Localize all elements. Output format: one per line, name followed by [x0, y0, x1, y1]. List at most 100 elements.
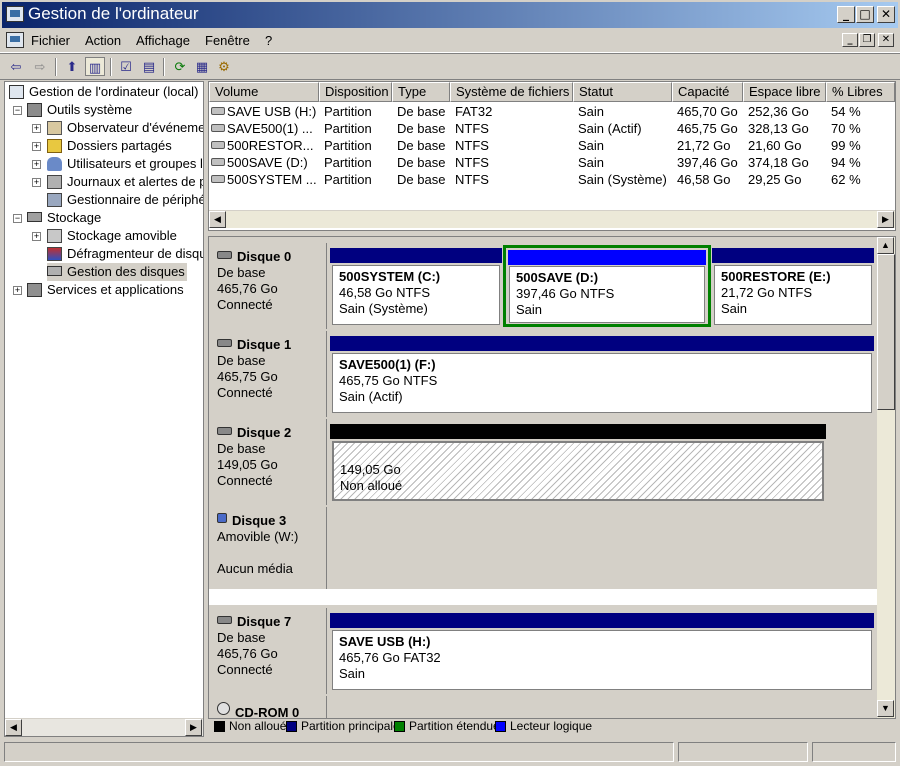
- volume-e[interactable]: 500RESTORE (E:) 21,72 Go NTFS Sain: [714, 265, 872, 325]
- partition-strip: [330, 613, 874, 628]
- expand-icon[interactable]: +: [32, 160, 41, 169]
- tree-node-root[interactable]: Gestion de l'ordinateur (local): [9, 83, 198, 101]
- close-button[interactable]: ✕: [877, 6, 895, 23]
- minimize-button[interactable]: _: [837, 6, 855, 23]
- refresh-icon[interactable]: ⟳: [170, 57, 190, 76]
- back-arrow-icon[interactable]: ⇦: [6, 57, 26, 76]
- cdrom-0-label[interactable]: CD-ROM 0: [209, 696, 327, 718]
- tree-horizontal-scrollbar[interactable]: ◀ ▶: [5, 718, 203, 736]
- storage-icon: [27, 212, 42, 222]
- tree-node-utilisateurs[interactable]: Utilisateurs et groupes l: [47, 155, 203, 173]
- col-header-pct-libres[interactable]: % Libres: [826, 82, 895, 102]
- table-cell: 70 %: [831, 121, 861, 136]
- legend-swatch-primary: [286, 721, 297, 732]
- properties-icon[interactable]: ☑: [116, 57, 136, 76]
- volume-row-name[interactable]: 500RESTOR...: [209, 137, 319, 154]
- table-cell: Partition: [324, 121, 372, 136]
- volume-c[interactable]: 500SYSTEM (C:) 46,58 Go NTFS Sain (Systè…: [332, 265, 500, 325]
- table-cell: 62 %: [831, 172, 861, 187]
- tree-node-stockage[interactable]: Stockage: [27, 209, 101, 227]
- expand-icon[interactable]: +: [32, 232, 41, 241]
- mdi-minimize-button[interactable]: _: [842, 33, 858, 47]
- scroll-right-icon[interactable]: ▶: [185, 719, 202, 736]
- expand-icon[interactable]: +: [32, 142, 41, 151]
- disk-icon: [217, 339, 232, 347]
- disk-1-label[interactable]: Disque 1 De base 465,75 Go Connecté: [209, 331, 327, 417]
- table-cell: De base: [397, 172, 446, 187]
- disk-7-label[interactable]: Disque 7 De base 465,76 Go Connecté: [209, 608, 327, 694]
- col-header-type[interactable]: Type: [392, 82, 450, 102]
- menu-affichage[interactable]: Affichage: [136, 33, 190, 48]
- mdi-close-button[interactable]: ✕: [878, 33, 894, 47]
- scroll-thumb[interactable]: [877, 254, 895, 410]
- volume-row-name[interactable]: 500SAVE (D:): [209, 154, 319, 171]
- table-cell: 99 %: [831, 138, 861, 153]
- scroll-up-icon[interactable]: ▲: [877, 237, 894, 254]
- logical-strip: [508, 250, 706, 265]
- menu-fenetre[interactable]: Fenêtre: [205, 33, 250, 48]
- col-header-capacite[interactable]: Capacité: [672, 82, 743, 102]
- tree-node-stockage-amovible[interactable]: Stockage amovible: [47, 227, 177, 245]
- col-header-filesystem[interactable]: Système de fichiers: [450, 82, 573, 102]
- col-header-espace-libre[interactable]: Espace libre: [743, 82, 826, 102]
- legend-swatch-extended: [394, 721, 405, 732]
- partition-strip: [712, 248, 874, 263]
- unallocated-space[interactable]: 149,05 Go Non alloué: [332, 441, 824, 501]
- export-list-icon[interactable]: ▦: [192, 57, 212, 76]
- mdi-restore-button[interactable]: ❐: [859, 33, 875, 47]
- volume-f[interactable]: SAVE500(1) (F:) 465,75 Go NTFS Sain (Act…: [332, 353, 872, 413]
- disk-icon: [217, 616, 232, 624]
- scroll-down-icon[interactable]: ▼: [877, 700, 894, 717]
- expand-icon[interactable]: +: [13, 286, 22, 295]
- disk-view-vertical-scrollbar[interactable]: ▲ ▼: [877, 237, 895, 718]
- collapse-icon[interactable]: −: [13, 106, 22, 115]
- status-panel-main: [4, 742, 674, 762]
- title-bar[interactable]: Gestion de l'ordinateur _ □ ✕: [0, 0, 900, 29]
- tree-node-journaux[interactable]: Journaux et alertes de p: [47, 173, 203, 191]
- drive-icon: [211, 158, 225, 166]
- help-icon[interactable]: ▤: [139, 57, 159, 76]
- expand-icon[interactable]: +: [32, 124, 41, 133]
- volume-d[interactable]: 500SAVE (D:) 397,46 Go NTFS Sain: [509, 266, 705, 323]
- maximize-button[interactable]: □: [856, 6, 874, 23]
- menu-help[interactable]: ?: [265, 33, 272, 48]
- scroll-left-icon[interactable]: ◀: [209, 211, 226, 228]
- tree-node-gestionnaire[interactable]: Gestionnaire de périphé: [47, 191, 203, 209]
- collapse-icon[interactable]: −: [13, 214, 22, 223]
- scroll-left-icon[interactable]: ◀: [5, 719, 22, 736]
- tree-node-services[interactable]: Services et applications: [27, 281, 184, 299]
- event-viewer-icon: [47, 121, 62, 135]
- tree-node-observateur[interactable]: Observateur d'événeme: [47, 119, 203, 137]
- tree-node-defragmenteur[interactable]: Défragmenteur de disqu: [47, 245, 203, 263]
- up-folder-icon[interactable]: ⬆: [62, 57, 82, 76]
- expand-icon[interactable]: +: [32, 178, 41, 187]
- settings-icon[interactable]: ⚙: [214, 57, 234, 76]
- col-header-disposition[interactable]: Disposition: [319, 82, 392, 102]
- forward-arrow-icon[interactable]: ⇨: [30, 57, 50, 76]
- table-cell: De base: [397, 155, 446, 170]
- tree-node-outils-systeme[interactable]: Outils système: [27, 101, 132, 119]
- show-hide-tree-icon[interactable]: ▥: [85, 57, 105, 76]
- disk-3-label[interactable]: Disque 3 Amovible (W:) Aucun média: [209, 507, 327, 589]
- scroll-right-icon[interactable]: ▶: [877, 211, 894, 228]
- table-cell: 328,13 Go: [748, 121, 809, 136]
- volume-row-name[interactable]: SAVE500(1) ...: [209, 120, 319, 137]
- toolbar: ⇦ ⇨ ⬆ ▥ ☑ ▤ ⟳ ▦ ⚙: [0, 53, 900, 80]
- disk-0-label[interactable]: Disque 0 De base 465,76 Go Connecté: [209, 243, 327, 329]
- tree-node-gestion-disques[interactable]: Gestion des disques: [47, 263, 187, 281]
- volume-row-name[interactable]: 500SYSTEM ...: [209, 171, 319, 188]
- disk-2-label[interactable]: Disque 2 De base 149,05 Go Connecté: [209, 419, 327, 505]
- table-cell: 94 %: [831, 155, 861, 170]
- removable-storage-icon: [47, 229, 62, 243]
- menu-fichier[interactable]: Fichier: [31, 33, 70, 48]
- volume-row-name[interactable]: SAVE USB (H:): [209, 103, 319, 120]
- col-header-statut[interactable]: Statut: [573, 82, 672, 102]
- partition-strip: [330, 248, 502, 263]
- volume-h[interactable]: SAVE USB (H:) 465,76 Go FAT32 Sain: [332, 630, 872, 690]
- tree-node-dossiers-partages[interactable]: Dossiers partagés: [47, 137, 172, 155]
- list-horizontal-scrollbar[interactable]: ◀ ▶: [209, 210, 895, 228]
- col-header-volume[interactable]: Volume: [209, 82, 319, 102]
- mmc-icon[interactable]: [6, 32, 24, 48]
- menu-action[interactable]: Action: [85, 33, 121, 48]
- toolbar-separator: [110, 58, 112, 76]
